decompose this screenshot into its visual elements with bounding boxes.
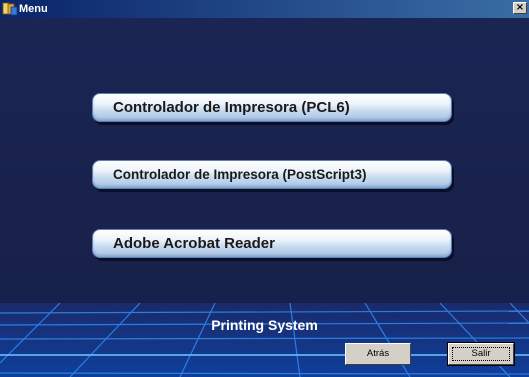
pcl6-driver-button[interactable]: Controlador de Impresora (PCL6) bbox=[92, 93, 452, 122]
close-icon: × bbox=[515, 2, 525, 13]
printing-system-label: Printing System bbox=[211, 317, 318, 333]
close-button[interactable]: × bbox=[513, 2, 527, 14]
grid-floor-graphic bbox=[0, 303, 529, 377]
menu-window: Menu × Controlador de Impresora (PCL6) C… bbox=[0, 0, 529, 377]
app-icon bbox=[2, 2, 18, 16]
exit-button[interactable]: Salir bbox=[447, 342, 515, 366]
window-title: Menu bbox=[19, 3, 48, 15]
menu-panel: Controlador de Impresora (PCL6) Controla… bbox=[0, 18, 529, 377]
acrobat-reader-button[interactable]: Adobe Acrobat Reader bbox=[92, 229, 452, 258]
exit-button-label: Salir bbox=[471, 348, 491, 359]
back-button[interactable]: Atrás bbox=[345, 343, 411, 365]
back-button-label: Atrás bbox=[366, 348, 390, 359]
title-bar[interactable]: Menu × bbox=[0, 0, 529, 18]
postscript3-driver-button[interactable]: Controlador de Impresora (PostScript3) bbox=[92, 160, 452, 189]
